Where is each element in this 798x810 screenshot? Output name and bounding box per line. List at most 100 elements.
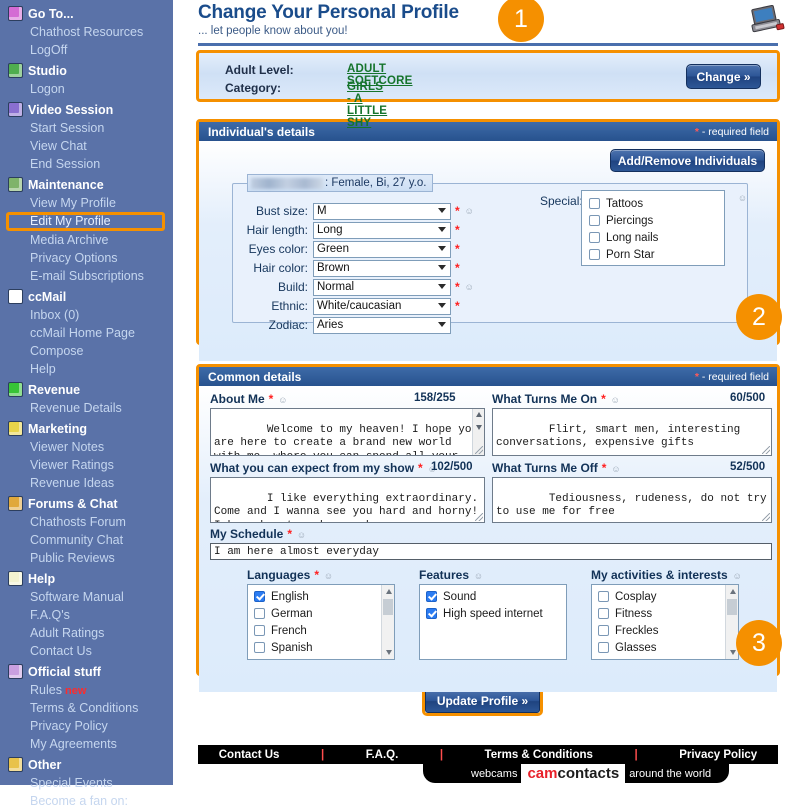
schedule-input[interactable]: I am here almost everyday [210, 543, 772, 560]
sidebar-item-e-mail-subscriptions[interactable]: E-mail Subscriptions [0, 267, 173, 285]
help-icon[interactable]: ☺ [610, 394, 621, 406]
language-option-english[interactable]: English [254, 588, 394, 605]
checkbox-icon[interactable] [254, 591, 265, 602]
help-icon[interactable]: ☺ [610, 463, 621, 475]
checkbox-icon[interactable] [254, 642, 265, 653]
activities-list[interactable]: Cosplay Fitness Freckles Glasses [591, 584, 739, 660]
checkbox-icon[interactable] [589, 215, 600, 226]
sidebar-item-viewer-ratings[interactable]: Viewer Ratings [0, 456, 173, 474]
sidebar-item-view-chat[interactable]: View Chat [0, 137, 173, 155]
languages-scrollbar[interactable] [381, 585, 394, 659]
scroll-up-icon[interactable] [386, 589, 392, 594]
scroll-down-icon[interactable] [730, 650, 736, 655]
help-icon[interactable]: ☺ [296, 529, 307, 541]
checkbox-icon[interactable] [426, 591, 437, 602]
sidebar-item-ccmail-home-page[interactable]: ccMail Home Page [0, 324, 173, 342]
hair-color-select[interactable]: Brown [313, 260, 451, 277]
expect-textarea[interactable]: I like everything extraordinary. Come an… [210, 477, 485, 523]
help-icon[interactable]: ☺ [464, 281, 475, 293]
sidebar-item-f-a-q-s[interactable]: F.A.Q's [0, 606, 173, 624]
help-icon[interactable]: ☺ [277, 394, 288, 406]
scroll-down-icon[interactable] [386, 650, 392, 655]
feature-option-sound[interactable]: Sound [426, 588, 566, 605]
change-button[interactable]: Change » [686, 64, 761, 89]
checkbox-icon[interactable] [426, 608, 437, 619]
sidebar-item-software-manual[interactable]: Software Manual [0, 588, 173, 606]
category-value-link[interactable]: GIRLS - A LITTLE SHY [347, 81, 387, 129]
help-icon[interactable]: ☺ [732, 570, 743, 582]
sidebar-item-view-my-profile[interactable]: View My Profile [0, 194, 173, 212]
resize-grip[interactable] [475, 446, 483, 454]
checkbox-icon[interactable] [598, 591, 609, 602]
activity-option-cosplay[interactable]: Cosplay [598, 588, 738, 605]
activity-option-glasses[interactable]: Glasses [598, 639, 738, 656]
add-remove-individuals-button[interactable]: Add/Remove Individuals [610, 149, 765, 172]
sidebar-item-media-archive[interactable]: Media Archive [0, 231, 173, 249]
sidebar-item-terms-conditions[interactable]: Terms & Conditions [0, 699, 173, 717]
resize-grip[interactable] [762, 513, 770, 521]
bust-size-select[interactable]: M [313, 203, 451, 220]
sidebar-item-rules[interactable]: Rules new [0, 681, 173, 699]
sidebar-item-adult-ratings[interactable]: Adult Ratings [0, 624, 173, 642]
build-select[interactable]: Normal [313, 279, 451, 296]
sidebar-item-viewer-notes[interactable]: Viewer Notes [0, 438, 173, 456]
sidebar-item-community-chat[interactable]: Community Chat [0, 531, 173, 549]
scrollbar-thumb[interactable] [727, 599, 737, 615]
sidebar-item-help[interactable]: Help [0, 360, 173, 378]
help-icon[interactable]: ☺ [473, 570, 484, 582]
sidebar-item-chathost-resources[interactable]: Chathost Resources [0, 23, 173, 41]
sidebar-item-become-a-fan-on[interactable]: Become a fan on: [0, 792, 173, 810]
help-icon[interactable]: ☺ [323, 570, 334, 582]
language-option-spanish[interactable]: Spanish [254, 639, 394, 656]
special-option-long-nails[interactable]: Long nails [589, 229, 724, 246]
sidebar-item-chathosts-forum[interactable]: Chathosts Forum [0, 513, 173, 531]
sidebar-item-revenue-details[interactable]: Revenue Details [0, 399, 173, 417]
sidebar-item-logon[interactable]: Logon [0, 80, 173, 98]
sidebar-item-inbox-0[interactable]: Inbox (0) [0, 306, 173, 324]
sidebar-item-compose[interactable]: Compose [0, 342, 173, 360]
activity-option-freckles[interactable]: Freckles [598, 622, 738, 639]
sidebar-item-revenue-ideas[interactable]: Revenue Ideas [0, 474, 173, 492]
activity-option-fitness[interactable]: Fitness [598, 605, 738, 622]
footer-link-faq[interactable]: F.A.Q. [366, 749, 399, 761]
sidebar-item-public-reviews[interactable]: Public Reviews [0, 549, 173, 567]
language-option-german[interactable]: German [254, 605, 394, 622]
checkbox-icon[interactable] [589, 232, 600, 243]
checkbox-icon[interactable] [598, 625, 609, 636]
footer-link-privacy[interactable]: Privacy Policy [679, 749, 757, 761]
special-option-porn-star[interactable]: Porn Star [589, 246, 724, 263]
features-list[interactable]: Sound High speed internet [419, 584, 567, 660]
ethnic-select[interactable]: White/caucasian [313, 298, 451, 315]
checkbox-icon[interactable] [598, 642, 609, 653]
help-icon[interactable]: ☺ [737, 192, 748, 204]
scroll-up-icon[interactable] [730, 589, 736, 594]
checkbox-icon[interactable] [589, 249, 600, 260]
turns-on-textarea[interactable]: Flirt, smart men, interesting conversati… [492, 408, 772, 456]
sidebar-item-start-session[interactable]: Start Session [0, 119, 173, 137]
sidebar-item-edit-my-profile[interactable]: Edit My Profile [9, 215, 162, 228]
feature-option-high-speed-internet[interactable]: High speed internet [426, 605, 566, 622]
language-option-french[interactable]: French [254, 622, 394, 639]
hair-length-select[interactable]: Long [313, 222, 451, 239]
sidebar-item-contact-us[interactable]: Contact Us [0, 642, 173, 660]
help-icon[interactable]: ☺ [464, 205, 475, 217]
languages-list[interactable]: English German French Spanish [247, 584, 395, 660]
footer-link-contact-us[interactable]: Contact Us [219, 749, 280, 761]
sidebar-item-end-session[interactable]: End Session [0, 155, 173, 173]
checkbox-icon[interactable] [254, 608, 265, 619]
turns-off-textarea[interactable]: Tediousness, rudeness, do not try to use… [492, 477, 772, 523]
scroll-down-icon[interactable] [476, 425, 482, 430]
scroll-up-icon[interactable] [476, 412, 482, 417]
resize-grip[interactable] [475, 513, 483, 521]
sidebar-item-logoff[interactable]: LogOff [0, 41, 173, 59]
special-option-piercings[interactable]: Piercings [589, 212, 724, 229]
footer-link-terms[interactable]: Terms & Conditions [485, 749, 593, 761]
sidebar-item-privacy-options[interactable]: Privacy Options [0, 249, 173, 267]
scrollbar-thumb[interactable] [383, 599, 393, 615]
resize-grip[interactable] [762, 446, 770, 454]
zodiac-select[interactable]: Aries [313, 317, 451, 334]
checkbox-icon[interactable] [598, 608, 609, 619]
checkbox-icon[interactable] [254, 625, 265, 636]
sidebar-item-my-agreements[interactable]: My Agreements [0, 735, 173, 753]
checkbox-icon[interactable] [589, 198, 600, 209]
